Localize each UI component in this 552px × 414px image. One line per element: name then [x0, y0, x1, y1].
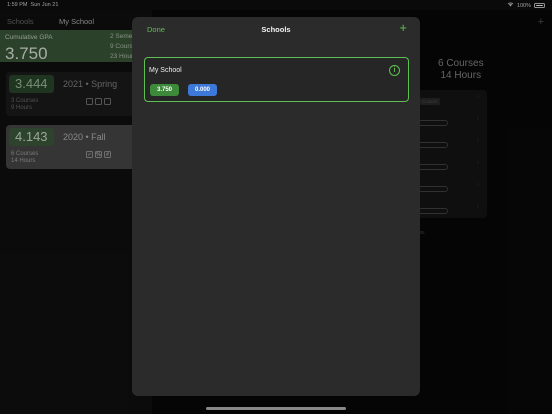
info-icon[interactable]: i: [389, 65, 400, 76]
school-card[interactable]: My School i 3.750 0.000: [144, 57, 409, 102]
sheet-title: Schools: [261, 25, 291, 34]
school-gpa-pill: 3.750: [150, 84, 179, 96]
school-secondary-pill: 0.000: [188, 84, 217, 96]
app-root: 1:59 PM Sun Jun 21 100% Schools My Schoo…: [0, 0, 552, 414]
home-indicator[interactable]: [206, 407, 346, 410]
school-name: My School: [149, 67, 182, 74]
schools-sheet: Done Schools + My School i 3.750 0.000: [132, 17, 420, 396]
add-school-button[interactable]: +: [399, 21, 407, 34]
